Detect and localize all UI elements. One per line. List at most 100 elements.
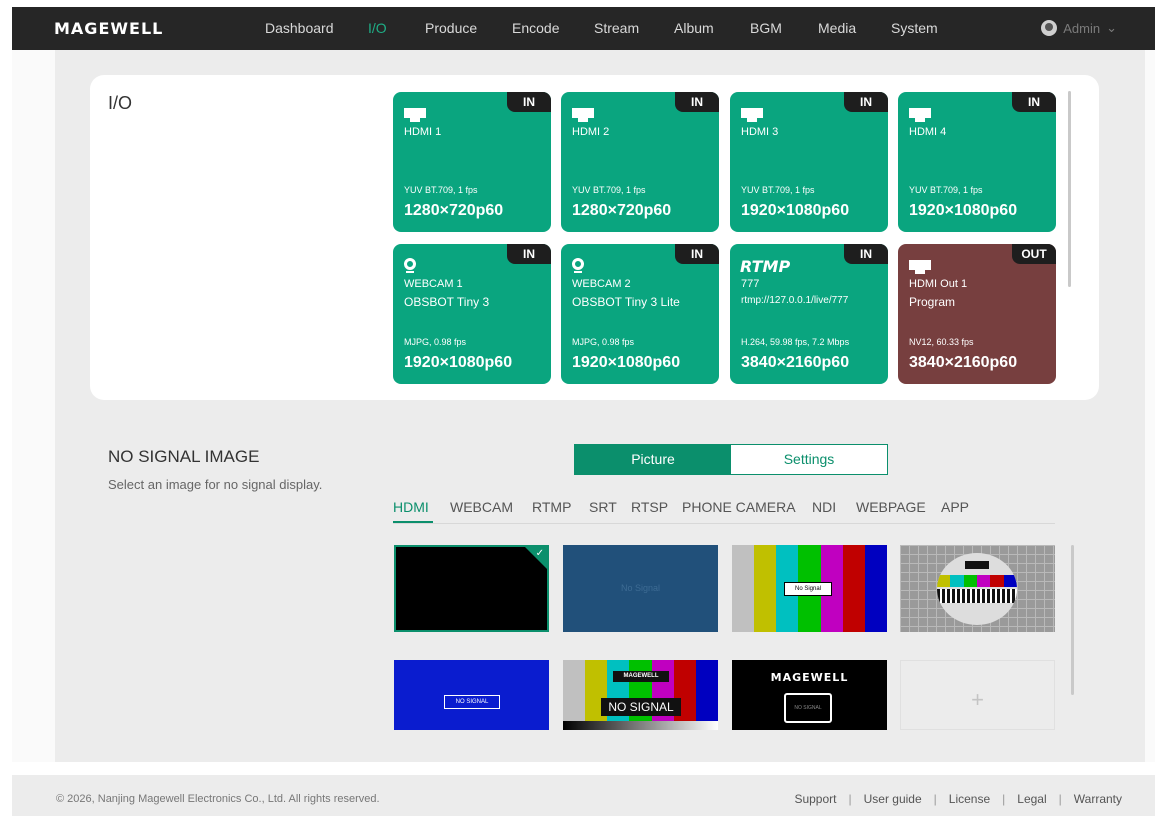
tab-srt[interactable]: SRT <box>589 499 617 515</box>
picture-settings-toggle: Picture Settings <box>574 444 888 475</box>
hdmi-icon <box>404 108 426 122</box>
tab-ndi[interactable]: NDI <box>812 499 836 515</box>
io-tile-hdmi-out-1[interactable]: OUT HDMI Out 1 Program NV12, 60.33 fps 3… <box>898 244 1056 384</box>
tile-resolution: 1920×1080p60 <box>404 354 513 371</box>
footer-link-user-guide[interactable]: User guide <box>864 792 922 806</box>
tile-name: 777 <box>741 278 760 290</box>
hdmi-icon <box>909 108 931 122</box>
tab-rtmp[interactable]: RTMP <box>532 499 571 515</box>
no-signal-title: NO SIGNAL IMAGE <box>108 447 260 466</box>
direction-badge: IN <box>1012 92 1056 112</box>
tile-format: YUV BT.709, 1 fps <box>572 185 646 195</box>
webcam-icon <box>572 258 584 273</box>
hdmi-icon <box>909 260 931 274</box>
thumb-gradient-strip <box>563 721 718 730</box>
thumb-label: No Signal <box>620 583 661 593</box>
webcam-icon <box>404 258 416 273</box>
tile-resolution: 1920×1080p60 <box>909 202 1018 219</box>
picture-tab-button[interactable]: Picture <box>575 445 731 474</box>
no-signal-thumb-bars-magewell[interactable]: MAGEWELL NO SIGNAL <box>563 660 718 730</box>
direction-badge: IN <box>675 244 719 264</box>
nav-dashboard[interactable]: Dashboard <box>265 20 334 36</box>
tab-hdmi[interactable]: HDMI <box>393 499 429 515</box>
magewell-logo[interactable]: MAGEWELL <box>54 19 163 38</box>
rtmp-logo-icon: RTMP <box>740 257 791 276</box>
tile-device: OBSBOT Tiny 3 <box>404 295 490 309</box>
direction-badge: IN <box>507 92 551 112</box>
direction-badge: IN <box>844 244 888 264</box>
no-signal-description: Select an image for no signal display. <box>108 477 323 492</box>
active-tab-underline <box>393 521 433 523</box>
tile-name: HDMI 3 <box>741 126 779 138</box>
top-navigation-bar: MAGEWELL Dashboard I/O Produce Encode St… <box>12 7 1155 50</box>
hdmi-icon <box>572 108 594 122</box>
tile-name: HDMI 4 <box>909 126 947 138</box>
nav-album[interactable]: Album <box>674 20 714 36</box>
user-menu[interactable]: Admin ⌄ <box>1041 20 1117 36</box>
no-signal-thumb-blue[interactable]: No Signal <box>563 545 718 632</box>
io-tile-hdmi-2[interactable]: IN HDMI 2 YUV BT.709, 1 fps 1280×720p60 <box>561 92 719 232</box>
footer-link-support[interactable]: Support <box>794 792 836 806</box>
io-tile-webcam-2[interactable]: IN WEBCAM 2 OBSBOT Tiny 3 Lite MJPG, 0.9… <box>561 244 719 384</box>
nav-system[interactable]: System <box>891 20 938 36</box>
test-pattern-circle <box>937 553 1017 625</box>
tile-resolution: 1280×720p60 <box>404 202 504 219</box>
nav-io[interactable]: I/O <box>368 20 387 36</box>
tile-format: YUV BT.709, 1 fps <box>741 185 815 195</box>
nav-encode[interactable]: Encode <box>512 20 559 36</box>
footer-link-legal[interactable]: Legal <box>1017 792 1046 806</box>
tile-resolution: 1280×720p60 <box>572 202 672 219</box>
checkmark-icon: ✓ <box>535 548 544 559</box>
tab-phone-camera[interactable]: PHONE CAMERA <box>682 499 796 515</box>
no-signal-thumb-test-pattern[interactable] <box>900 545 1055 632</box>
source-type-tabs: HDMI WEBCAM RTMP SRT RTSP PHONE CAMERA N… <box>393 499 1055 524</box>
direction-badge: IN <box>844 92 888 112</box>
copyright-text: © 2026, Nanjing Magewell Electronics Co.… <box>56 793 380 805</box>
direction-badge: IN <box>507 244 551 264</box>
footer-link-warranty[interactable]: Warranty <box>1074 792 1122 806</box>
tab-app[interactable]: APP <box>941 499 969 515</box>
user-avatar-icon <box>1041 20 1058 36</box>
io-tile-hdmi-4[interactable]: IN HDMI 4 YUV BT.709, 1 fps 1920×1080p60 <box>898 92 1056 232</box>
thumbnail-scrollbar[interactable] <box>1071 545 1074 695</box>
footer-separator: | <box>1058 792 1062 806</box>
no-signal-thumb-black[interactable]: ✓ <box>394 545 549 632</box>
no-signal-thumb-royal-blue[interactable]: NO SIGNAL <box>394 660 549 730</box>
nav-produce[interactable]: Produce <box>425 20 477 36</box>
io-tile-rtmp[interactable]: IN RTMP 777 rtmp://127.0.0.1/live/777 H.… <box>730 244 888 384</box>
nav-media[interactable]: Media <box>818 20 856 36</box>
io-tile-hdmi-1[interactable]: IN HDMI 1 YUV BT.709, 1 fps 1280×720p60 <box>393 92 551 232</box>
chevron-down-icon: ⌄ <box>1106 20 1117 35</box>
io-tile-hdmi-3[interactable]: IN HDMI 3 YUV BT.709, 1 fps 1920×1080p60 <box>730 92 888 232</box>
io-panel-scrollbar[interactable] <box>1068 91 1071 287</box>
tab-webpage[interactable]: WEBPAGE <box>856 499 926 515</box>
direction-badge: OUT <box>1012 244 1056 264</box>
nav-stream[interactable]: Stream <box>594 20 639 36</box>
tile-resolution: 3840×2160p60 <box>741 354 850 371</box>
tab-rtsp[interactable]: RTSP <box>631 499 668 515</box>
tile-resolution: 1920×1080p60 <box>572 354 681 371</box>
thumb-label: NO SIGNAL <box>444 695 500 709</box>
direction-badge: IN <box>675 92 719 112</box>
thumb-brand: MAGEWELL <box>613 671 669 682</box>
nav-bgm[interactable]: BGM <box>750 20 782 36</box>
tile-source: Program <box>909 295 956 309</box>
settings-tab-button[interactable]: Settings <box>731 445 887 474</box>
thumb-brand: MAGEWELL <box>770 671 849 684</box>
tile-format: MJPG, 0.98 fps <box>572 337 635 347</box>
tile-resolution: 1920×1080p60 <box>741 202 850 219</box>
no-signal-thumb-color-bars[interactable]: No Signal <box>732 545 887 632</box>
tile-name: HDMI 1 <box>404 126 442 138</box>
no-signal-thumb-magewell-black[interactable]: MAGEWELL NO SIGNAL <box>732 660 887 730</box>
tile-format: NV12, 60.33 fps <box>909 337 974 347</box>
add-image-button[interactable]: + <box>900 660 1055 730</box>
tab-webcam[interactable]: WEBCAM <box>450 499 513 515</box>
footer-link-license[interactable]: License <box>949 792 990 806</box>
tile-format: H.264, 59.98 fps, 7.2 Mbps <box>741 337 850 347</box>
tile-format: MJPG, 0.98 fps <box>404 337 467 347</box>
footer-separator: | <box>933 792 937 806</box>
footer-separator: | <box>848 792 852 806</box>
thumb-label: No Signal <box>784 582 832 596</box>
io-tile-webcam-1[interactable]: IN WEBCAM 1 OBSBOT Tiny 3 MJPG, 0.98 fps… <box>393 244 551 384</box>
hdmi-icon <box>741 108 763 122</box>
